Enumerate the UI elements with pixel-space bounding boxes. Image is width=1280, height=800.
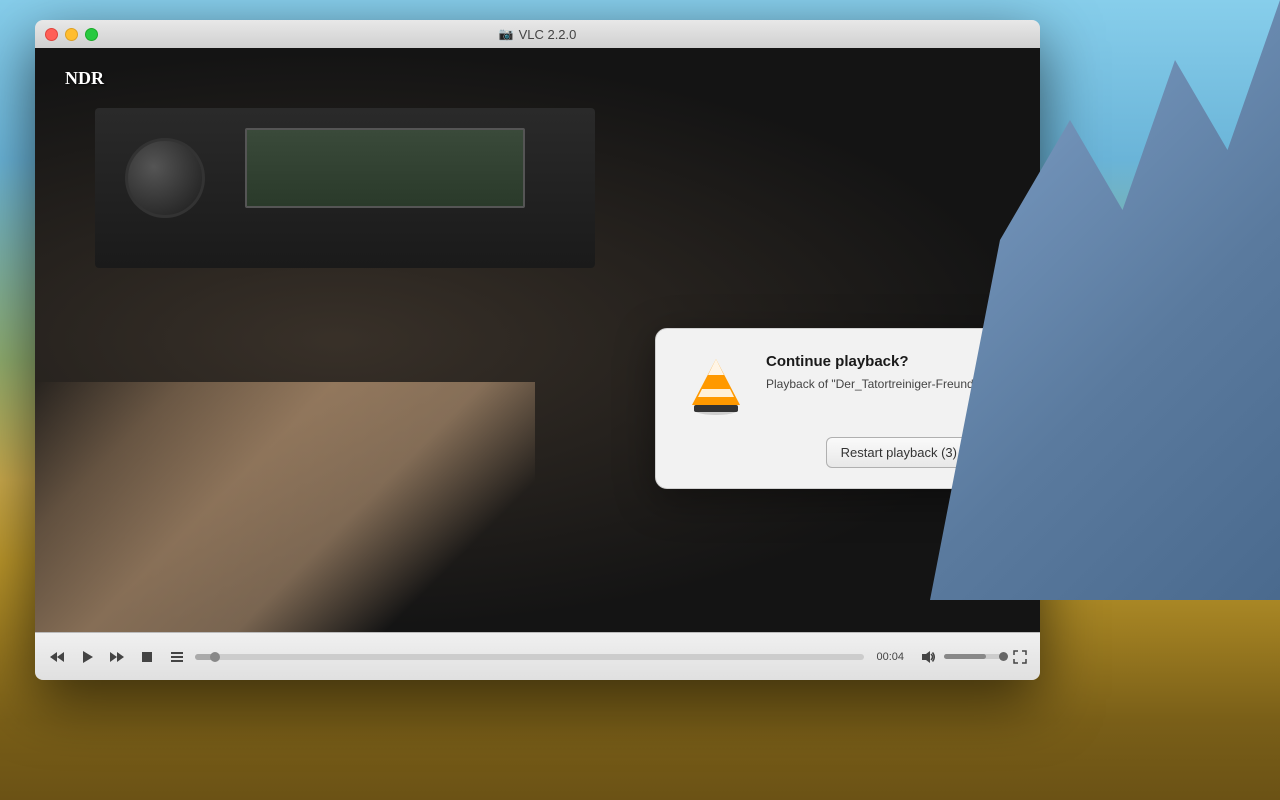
vlc-cone-icon <box>684 353 748 417</box>
rewind-button[interactable] <box>45 645 69 669</box>
stop-icon <box>139 649 155 665</box>
play-icon <box>79 649 95 665</box>
dialog-header: Continue playback? Playback of "Der_Tato… <box>684 353 1040 417</box>
video-area[interactable]: NDR <box>35 48 1040 632</box>
dialog-buttons: Restart playback (3) Always continue Con… <box>684 437 1040 468</box>
vlc-title-icon: 📷 <box>499 27 514 41</box>
volume-handle <box>999 652 1008 661</box>
volume-section <box>916 645 1004 669</box>
continue-dialog: Continue playback? Playback of "Der_Tato… <box>655 328 1040 489</box>
minimize-button[interactable] <box>65 28 78 41</box>
stop-button[interactable] <box>135 645 159 669</box>
fastforward-button[interactable] <box>105 645 129 669</box>
volume-bar[interactable] <box>944 654 1004 659</box>
vlc-window: 📷 VLC 2.2.0 NDR <box>35 20 1040 680</box>
desktop: 📷 VLC 2.2.0 NDR <box>0 0 1280 800</box>
window-title: 📷 VLC 2.2.0 <box>499 27 577 42</box>
restart-playback-button[interactable]: Restart playback (3) <box>826 437 972 468</box>
volume-icon <box>920 649 936 665</box>
maximize-button[interactable] <box>85 28 98 41</box>
volume-button[interactable] <box>916 645 940 669</box>
dialog-title: Continue playback? <box>766 353 1040 370</box>
time-display: 00:04 <box>876 651 904 663</box>
title-label: VLC 2.2.0 <box>519 27 577 42</box>
fastforward-icon <box>109 649 125 665</box>
always-continue-button[interactable]: Always continue <box>982 437 1040 468</box>
playlist-button[interactable] <box>165 645 189 669</box>
volume-fill <box>944 654 986 659</box>
car-radio <box>95 108 595 268</box>
title-bar: 📷 VLC 2.2.0 <box>35 20 1040 48</box>
progress-fill <box>195 654 215 660</box>
rewind-icon <box>49 649 65 665</box>
dialog-message: Playback of "Der_Tatortreiniger-Freunde-… <box>766 376 1040 393</box>
close-button[interactable] <box>45 28 58 41</box>
dialog-text-area: Continue playback? Playback of "Der_Tato… <box>766 353 1040 393</box>
controls-bar: 00:04 <box>35 632 1040 680</box>
hand-overlay <box>35 382 535 632</box>
progress-bar[interactable] <box>195 654 864 660</box>
window-controls <box>45 28 98 41</box>
ndr-logo: NDR <box>65 68 104 89</box>
fullscreen-button[interactable] <box>1010 647 1030 667</box>
radio-display <box>245 128 525 208</box>
progress-handle <box>210 652 220 662</box>
radio-knob <box>125 138 205 218</box>
play-button[interactable] <box>75 645 99 669</box>
playlist-icon <box>169 649 185 665</box>
fullscreen-icon <box>1012 649 1028 665</box>
